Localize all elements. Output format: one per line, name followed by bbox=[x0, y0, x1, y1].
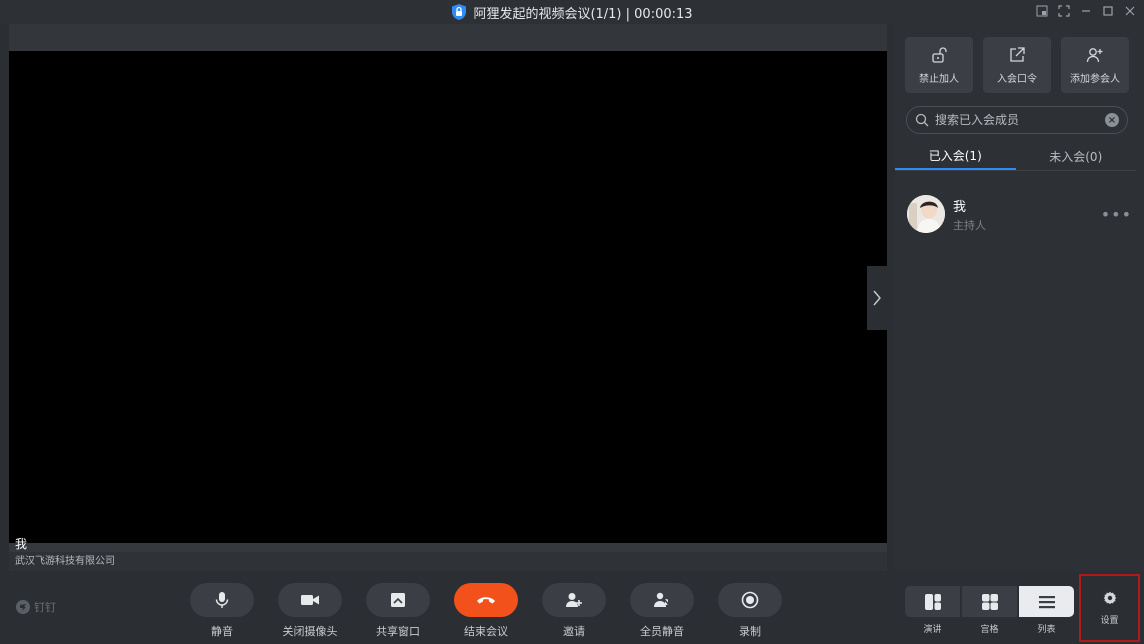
list-layout-label: 列表 bbox=[1037, 625, 1056, 635]
mute-label: 静音 bbox=[211, 625, 233, 638]
minimize-icon[interactable] bbox=[1079, 3, 1092, 19]
mute-pill[interactable] bbox=[190, 583, 254, 617]
end-meeting-label: 结束会议 bbox=[464, 625, 508, 638]
settings-label: 设置 bbox=[1100, 615, 1119, 626]
speaker-layout-label: 演讲 bbox=[923, 625, 942, 635]
invite-button[interactable]: 邀请 bbox=[542, 583, 606, 639]
list-layout-icon bbox=[1038, 595, 1055, 608]
record-pill[interactable] bbox=[718, 583, 782, 617]
add-participant-button[interactable]: 添加参会人 bbox=[1061, 37, 1129, 93]
member-search: × bbox=[906, 106, 1128, 134]
member-search-input[interactable] bbox=[935, 113, 1095, 127]
video-top-strip bbox=[9, 24, 887, 51]
record-button[interactable]: 录制 bbox=[718, 583, 782, 639]
share-window-label: 共享窗口 bbox=[376, 625, 420, 638]
layout-labels: 演讲 宫格 列表 bbox=[905, 622, 1074, 635]
control-bar: 钉钉 静音 关闭摄像头 共享窗口 结束会议 邀请 全员静音 录制 演讲 宫格 列… bbox=[0, 571, 1144, 644]
mute-all-label: 全员静音 bbox=[640, 625, 684, 638]
collapse-panel-button[interactable] bbox=[867, 266, 887, 330]
lock-meeting-button[interactable]: 禁止加人 bbox=[905, 37, 973, 93]
mute-button[interactable]: 静音 bbox=[190, 583, 254, 639]
member-name: 我 bbox=[953, 199, 967, 215]
mute-all-button[interactable]: 全员静音 bbox=[630, 583, 694, 639]
add-user-icon bbox=[1086, 47, 1103, 62]
camera-label: 关闭摄像头 bbox=[282, 625, 338, 638]
participants-panel: 禁止加人 入会口令 添加参会人 × 已入会(1) 未入会(0) bbox=[895, 24, 1144, 571]
record-icon bbox=[741, 591, 759, 609]
title-group: 阿狸发起的视频会议(1/1) | 00:00:13 bbox=[451, 3, 693, 22]
share-window-pill[interactable] bbox=[366, 583, 430, 617]
tab-joined[interactable]: 已入会(1) bbox=[895, 142, 1016, 170]
add-participant-label: 添加参会人 bbox=[1070, 73, 1120, 85]
invite-label: 邀请 bbox=[563, 625, 585, 638]
fullscreen-icon[interactable] bbox=[1057, 3, 1070, 19]
layout-switcher bbox=[905, 586, 1074, 617]
end-meeting-button[interactable]: 结束会议 bbox=[454, 583, 518, 639]
unlock-icon bbox=[932, 46, 947, 63]
grid-layout-label: 宫格 bbox=[980, 625, 999, 635]
speaker-layout-button[interactable] bbox=[905, 586, 960, 617]
meeting-password-label: 入会口令 bbox=[997, 73, 1037, 85]
member-tabs: 已入会(1) 未入会(0) bbox=[895, 142, 1136, 171]
search-icon bbox=[915, 113, 929, 127]
video-feed[interactable] bbox=[9, 51, 887, 543]
member-info: 我 主持人 bbox=[953, 196, 986, 233]
dingtalk-logo-icon bbox=[16, 600, 30, 614]
close-icon[interactable] bbox=[1123, 3, 1136, 19]
window-title: 阿狸发起的视频会议(1/1) | 00:00:13 bbox=[473, 6, 693, 22]
window-controls bbox=[1035, 3, 1136, 19]
video-organization: 武汉飞游科技有限公司 bbox=[9, 552, 887, 571]
clear-search-icon[interactable]: × bbox=[1105, 113, 1119, 127]
speaker-layout-icon bbox=[924, 593, 941, 610]
security-shield-icon bbox=[451, 3, 467, 21]
mute-all-pill[interactable] bbox=[630, 583, 694, 617]
grid-layout-button[interactable] bbox=[962, 586, 1017, 617]
mute-all-icon bbox=[654, 592, 672, 608]
settings-button[interactable]: 设置 bbox=[1079, 574, 1140, 642]
microphone-icon bbox=[215, 592, 229, 608]
invite-icon bbox=[566, 593, 582, 607]
share-screen-icon bbox=[391, 593, 405, 607]
more-options-icon[interactable]: ••• bbox=[1101, 205, 1132, 224]
brand-name: 钉钉 bbox=[34, 601, 56, 614]
pip-icon[interactable] bbox=[1035, 3, 1048, 19]
invite-pill[interactable] bbox=[542, 583, 606, 617]
camera-pill[interactable] bbox=[278, 583, 342, 617]
video-stage: 我 武汉飞游科技有限公司 bbox=[9, 24, 887, 571]
member-role: 主持人 bbox=[953, 218, 986, 232]
maximize-icon[interactable] bbox=[1101, 3, 1114, 19]
meeting-password-button[interactable]: 入会口令 bbox=[983, 37, 1051, 93]
lock-meeting-label: 禁止加人 bbox=[919, 73, 959, 85]
panel-actions: 禁止加人 入会口令 添加参会人 bbox=[905, 37, 1129, 93]
hang-up-icon bbox=[477, 597, 495, 604]
list-layout-button[interactable] bbox=[1019, 586, 1074, 617]
share-out-icon bbox=[1010, 46, 1025, 62]
member-row[interactable]: 我 主持人 ••• bbox=[907, 194, 1132, 234]
end-meeting-pill[interactable] bbox=[454, 583, 518, 617]
gear-icon bbox=[1103, 591, 1116, 604]
share-window-button[interactable]: 共享窗口 bbox=[366, 583, 430, 639]
chevron-right-icon bbox=[873, 290, 881, 306]
grid-layout-icon bbox=[981, 593, 998, 610]
video-participant-name: 我 bbox=[15, 537, 28, 551]
camera-button[interactable]: 关闭摄像头 bbox=[278, 583, 342, 639]
title-bar: 阿狸发起的视频会议(1/1) | 00:00:13 bbox=[0, 0, 1144, 24]
avatar bbox=[907, 195, 945, 233]
record-label: 录制 bbox=[739, 625, 761, 638]
tab-not-joined[interactable]: 未入会(0) bbox=[1016, 142, 1137, 170]
camera-icon bbox=[301, 595, 319, 605]
brand-logo: 钉钉 bbox=[16, 599, 56, 615]
